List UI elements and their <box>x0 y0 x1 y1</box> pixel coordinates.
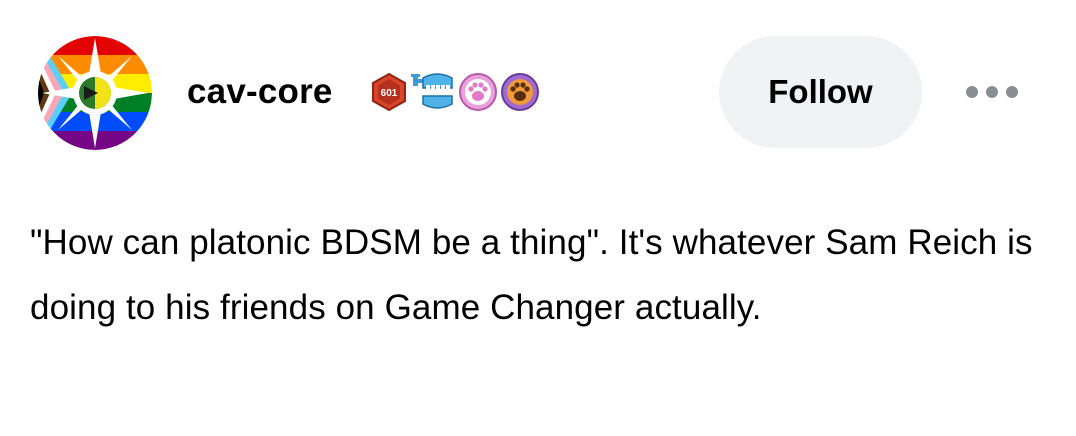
ellipsis-icon <box>966 86 978 98</box>
pink-paw-badge-icon[interactable] <box>459 73 497 111</box>
badge-counter-label: 601 <box>381 88 398 99</box>
post-header: cav-core 601 Follow <box>0 0 1076 190</box>
avatar[interactable] <box>38 36 152 150</box>
ellipsis-icon <box>1006 86 1018 98</box>
badge-row: 601 <box>371 70 539 114</box>
pride-flag-sun-avatar-icon <box>38 36 152 150</box>
wind-up-teeth-badge-icon[interactable] <box>411 72 455 112</box>
ellipsis-icon <box>986 86 998 98</box>
more-options-button[interactable] <box>952 72 1032 112</box>
orange-paw-badge-icon[interactable] <box>501 73 539 111</box>
red-hexagon-counter-badge-icon[interactable]: 601 <box>371 73 407 111</box>
author-username[interactable]: cav-core <box>187 70 333 114</box>
post-card: cav-core 601 Follow "How can platonic BD… <box>0 0 1076 436</box>
follow-button[interactable]: Follow <box>719 36 922 148</box>
post-body-text: "How can platonic BDSM be a thing". It's… <box>30 223 1033 327</box>
